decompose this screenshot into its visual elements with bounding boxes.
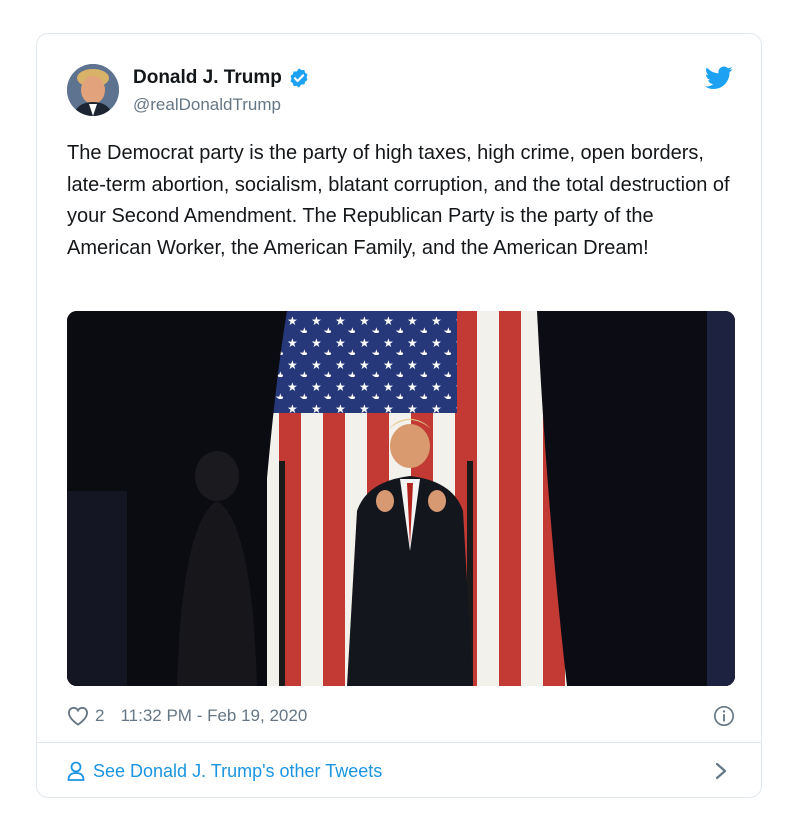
other-tweets-label[interactable]: See Donald J. Trump's other Tweets xyxy=(93,761,382,782)
tweet-timestamp[interactable]: 11:32 PM - Feb 19, 2020 xyxy=(120,706,307,726)
handle[interactable]: @realDonaldTrump xyxy=(133,95,281,115)
like-count[interactable]: 2 xyxy=(95,706,104,726)
heart-icon[interactable] xyxy=(67,706,89,726)
other-tweets-link[interactable]: See Donald J. Trump's other Tweets xyxy=(67,757,735,785)
tweet-card: Donald J. Trump @realDonaldTrump The Dem… xyxy=(36,33,762,798)
tweet-meta-row: 2 11:32 PM - Feb 19, 2020 xyxy=(67,702,735,730)
info-icon[interactable] xyxy=(713,705,735,727)
person-icon xyxy=(67,761,85,781)
author-name-row[interactable]: Donald J. Trump xyxy=(133,67,310,89)
divider xyxy=(37,742,761,743)
display-name[interactable]: Donald J. Trump xyxy=(133,67,282,89)
avatar[interactable] xyxy=(67,64,119,116)
twitter-bird-icon[interactable] xyxy=(705,66,733,90)
avatar-image xyxy=(67,64,119,116)
tweet-text: The Democrat party is the party of high … xyxy=(67,142,730,259)
rally-photo: ★ ★ xyxy=(67,311,735,686)
verified-badge-icon xyxy=(290,68,308,88)
tweet-photo[interactable]: ★ ★ xyxy=(67,311,735,686)
chevron-right-icon[interactable] xyxy=(715,762,727,780)
